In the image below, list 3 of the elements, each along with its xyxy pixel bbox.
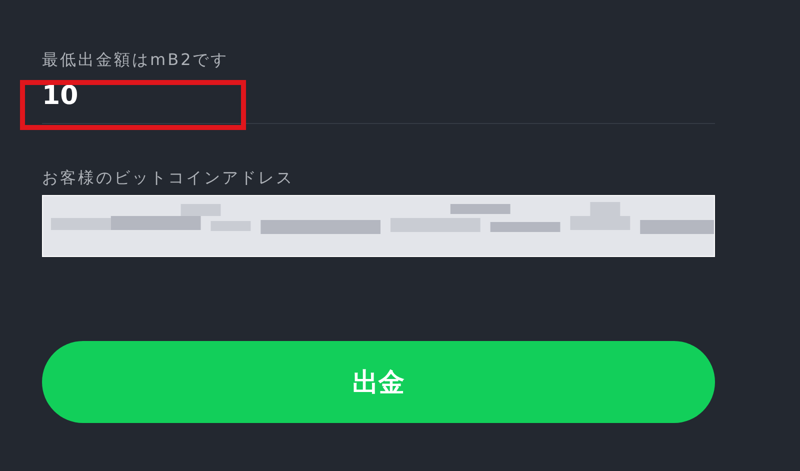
field-label: 最低出金額はmB2です [42,50,229,71]
amount-field[interactable]: 10 [42,71,715,124]
field-label: お客様のビットコインアドレス [42,168,294,189]
